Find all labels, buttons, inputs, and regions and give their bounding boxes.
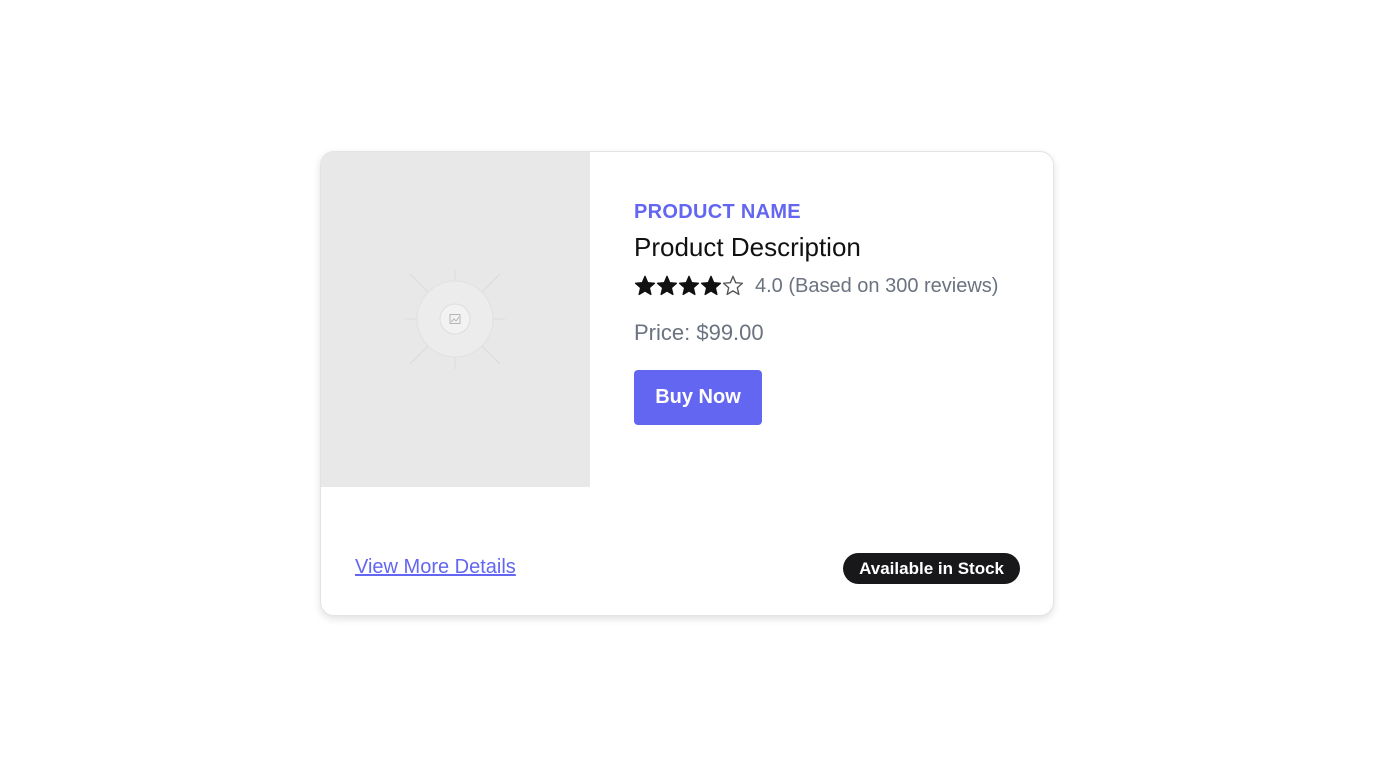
buy-now-button[interactable]: Buy Now [634,370,762,425]
image-placeholder-icon [405,269,505,369]
product-description: Product Description [634,232,861,262]
product-info: PRODUCT NAME Product Description 4.0 (Ba… [634,200,1033,425]
star-filled-icon [678,275,700,296]
stock-status-badge: Available in Stock [843,553,1020,584]
product-card: PRODUCT NAME Product Description 4.0 (Ba… [320,151,1054,616]
rating-text: 4.0 (Based on 300 reviews) [755,274,999,297]
product-name: PRODUCT NAME [634,201,801,223]
product-price: Price: $99.00 [634,320,764,345]
product-image-placeholder [321,152,590,487]
star-rating [634,275,744,297]
rating-row: 4.0 (Based on 300 reviews) [634,273,1033,299]
star-filled-icon [634,275,656,296]
star-empty-icon [722,275,744,296]
view-more-details-link[interactable]: View More Details [355,556,516,579]
star-filled-icon [656,275,678,296]
star-filled-icon [700,275,722,296]
